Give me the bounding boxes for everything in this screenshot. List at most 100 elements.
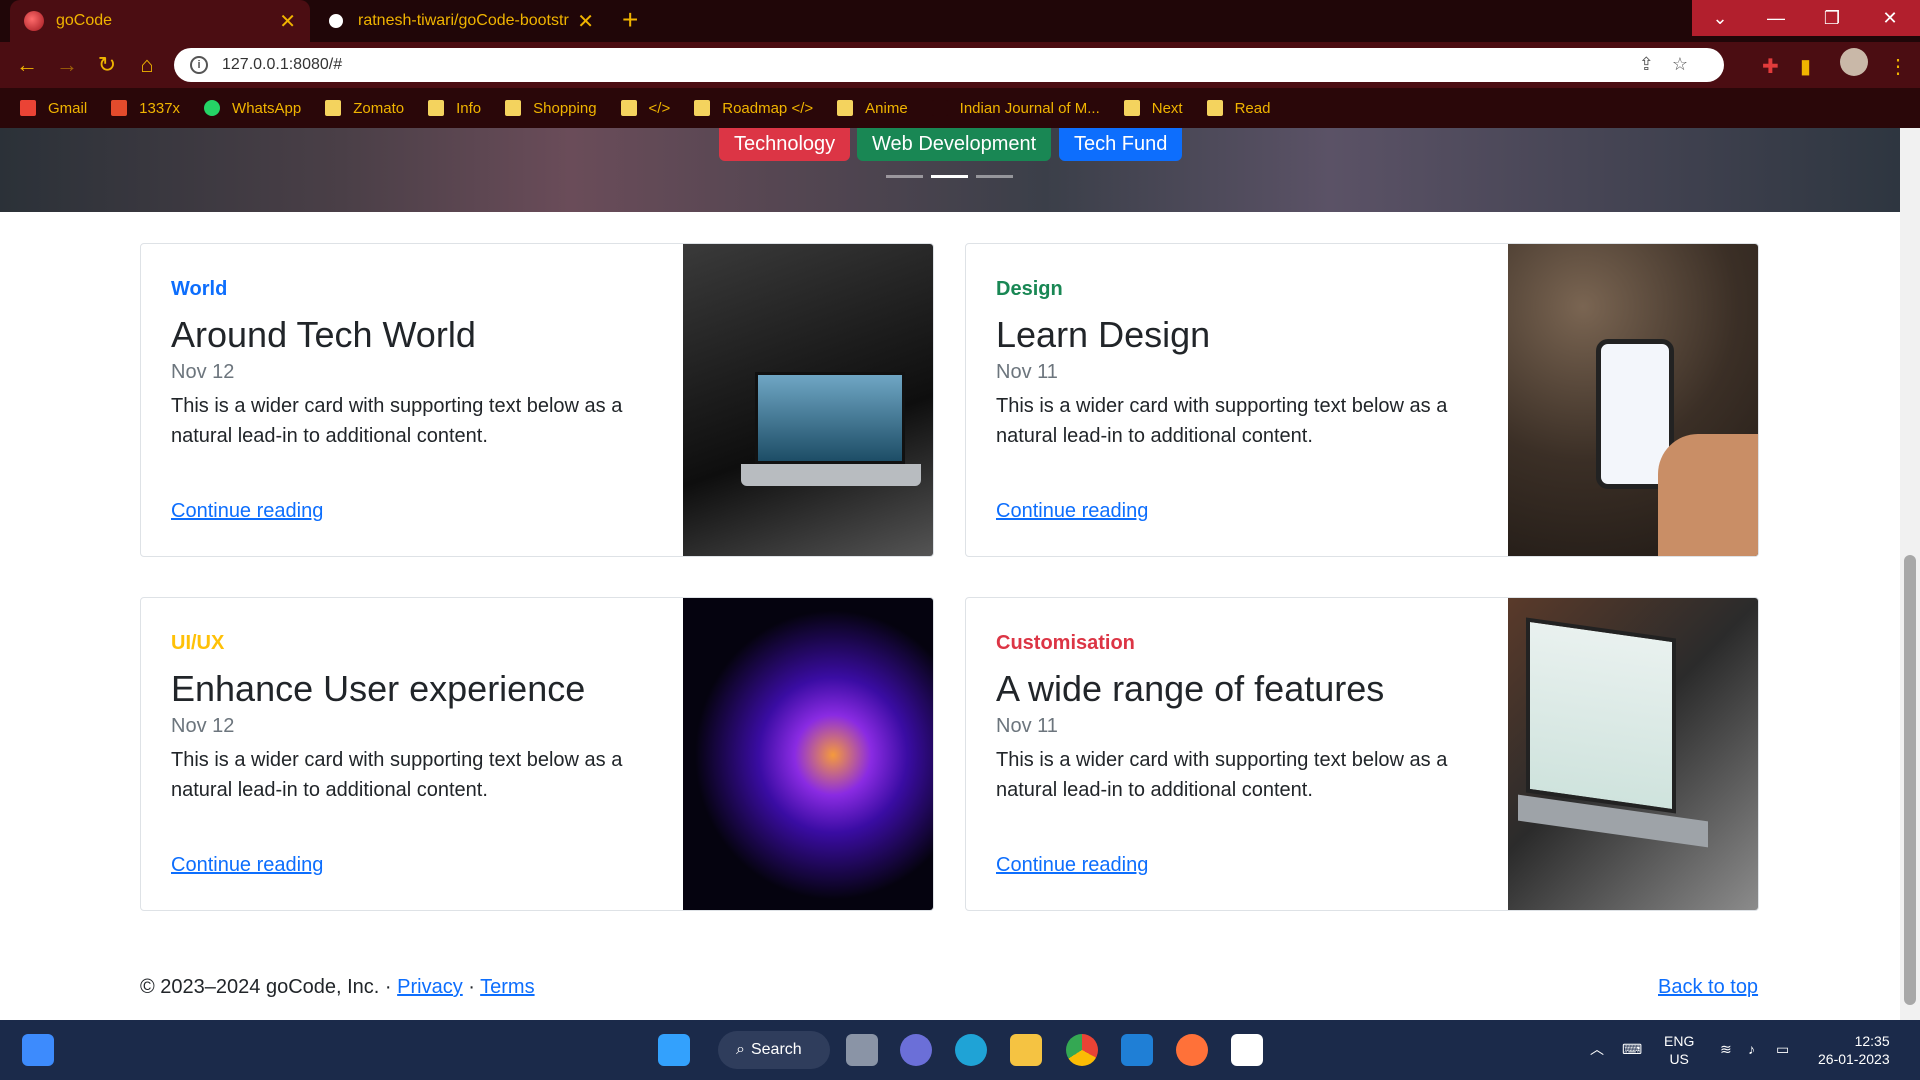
bookmark-zomato[interactable]: Zomato [325, 100, 404, 117]
carousel-indicator[interactable] [976, 175, 1013, 178]
firefox-icon[interactable] [1176, 1034, 1208, 1066]
widgets-icon[interactable] [22, 1034, 54, 1066]
clock[interactable]: 12:35 26-01-2023 [1818, 1032, 1890, 1068]
new-tab-button[interactable]: + [622, 4, 638, 36]
restore-button[interactable]: ❐ [1804, 0, 1860, 36]
forward-icon[interactable]: → [50, 48, 84, 82]
tab-search-button[interactable]: ⌄ [1692, 0, 1748, 36]
tab-github[interactable]: ratnesh-tiwari/goCode-bootstrap ✕ [312, 0, 608, 42]
card-category: World [171, 278, 228, 300]
footer-separator: · [462, 976, 481, 998]
edge-icon[interactable] [955, 1034, 987, 1066]
bookmark-shopping[interactable]: Shopping [505, 100, 597, 117]
bookmark-label: Next [1151, 99, 1183, 117]
start-icon[interactable] [658, 1034, 690, 1066]
home-icon[interactable]: ⌂ [130, 48, 164, 82]
bookmark-read[interactable]: Read [1206, 99, 1271, 117]
bookmark-1337x[interactable]: 1337x [111, 100, 180, 117]
badge-web-development[interactable]: Web Development [857, 128, 1052, 161]
language-indicator[interactable]: ENG US [1664, 1032, 1694, 1068]
site-info-icon[interactable]: i [190, 56, 208, 74]
minimize-button[interactable]: — [1748, 0, 1804, 36]
search-icon: ⌕ [736, 1041, 745, 1058]
continue-reading-link[interactable]: Continue reading [996, 500, 1148, 523]
badge-technology[interactable]: Technology [719, 128, 851, 161]
chrome-icon[interactable] [1066, 1034, 1098, 1066]
url-input[interactable]: i 127.0.0.1:8080/# ⇪☆ [174, 48, 1724, 82]
badge-tech-fund[interactable]: Tech Fund [1059, 128, 1183, 161]
vscode-icon[interactable] [1121, 1034, 1153, 1066]
file-explorer-icon[interactable] [1010, 1034, 1042, 1066]
tab-gocode[interactable]: goCode ✕ [10, 0, 310, 42]
task-view-icon[interactable] [846, 1034, 878, 1066]
chat-icon[interactable] [900, 1034, 932, 1066]
bookmark-code[interactable]: </> [620, 100, 670, 117]
card-text: This is a wider card with supporting tex… [996, 395, 1448, 447]
bookmark-label: WhatsApp [232, 99, 302, 117]
article-card: Design Learn Design Nov 11 This is a wid… [965, 243, 1759, 557]
keyboard-icon[interactable]: ⌨ [1622, 1040, 1642, 1058]
extensions-icon[interactable]: ✚ [1762, 54, 1779, 79]
bookmark-label: Zomato [353, 99, 405, 117]
whatsapp-icon [204, 100, 221, 116]
tab-title: goCode [56, 12, 113, 29]
privacy-link[interactable]: Privacy [397, 976, 463, 998]
carousel-indicator[interactable] [886, 175, 923, 178]
carousel-indicator-active[interactable] [931, 175, 968, 178]
windows-taskbar: ⌕ Search ︿ ⌨ ENG US ≋ ♪ ▭ 12:35 26-01-202… [0, 1020, 1920, 1080]
continue-reading-link[interactable]: Continue reading [171, 500, 323, 523]
close-tab-icon[interactable]: ✕ [279, 9, 296, 34]
bookmark-label: Info [456, 99, 482, 117]
back-icon[interactable]: ← [10, 48, 44, 82]
hero-carousel: Technology Web Development Tech Fund [0, 128, 1900, 212]
bookmark-roadmap[interactable]: Roadmap </> [694, 100, 813, 117]
terms-link[interactable]: Terms [480, 976, 534, 998]
lang-secondary: US [1669, 1051, 1689, 1067]
url-text: 127.0.0.1:8080/# [222, 56, 343, 73]
close-tab-icon[interactable]: ✕ [577, 9, 594, 34]
article-card: UI/UX Enhance User experience Nov 12 Thi… [140, 597, 934, 911]
continue-reading-link[interactable]: Continue reading [996, 854, 1148, 877]
folder-icon [837, 100, 854, 116]
folder-icon [620, 100, 637, 116]
globe-icon [24, 11, 44, 31]
card-title: Enhance User experience [171, 668, 586, 709]
continue-reading-link[interactable]: Continue reading [171, 854, 323, 877]
taskbar-search[interactable]: ⌕ Search [718, 1031, 830, 1069]
avatar[interactable] [1840, 48, 1868, 76]
side-panel-icon[interactable]: ▮ [1800, 54, 1811, 79]
bookmark-next[interactable]: Next [1123, 99, 1183, 117]
bookmark-journal[interactable]: Indian Journal of M... [931, 100, 1100, 117]
volume-icon[interactable]: ♪ [1748, 1040, 1755, 1058]
card-title: Learn Design [996, 314, 1211, 355]
menu-icon[interactable]: ⋮ [1888, 54, 1908, 79]
bookmark-whatsapp[interactable]: WhatsApp [204, 100, 301, 117]
phone-photo [1508, 244, 1758, 556]
back-to-top-link[interactable]: Back to top [1658, 976, 1758, 999]
bookmark-label: 1337x [139, 99, 181, 117]
bookmark-anime[interactable]: Anime [837, 100, 908, 117]
scrollbar-thumb[interactable] [1904, 555, 1916, 1005]
bookmark-label: Read [1234, 99, 1271, 117]
reload-icon[interactable]: ↻ [90, 48, 124, 82]
card-date: Nov 12 [171, 361, 235, 383]
folder-icon [1206, 100, 1223, 116]
folder-icon [1123, 100, 1140, 116]
bookmark-label: Gmail [48, 99, 88, 117]
card-category: Customisation [996, 632, 1135, 654]
card-date: Nov 12 [171, 715, 235, 737]
wifi-icon[interactable]: ≋ [1720, 1040, 1732, 1058]
tab-title: ratnesh-tiwari/goCode-bootstrap [358, 12, 570, 29]
folder-icon [325, 100, 342, 116]
bookmark-gmail[interactable]: Gmail [20, 100, 87, 117]
gmail-icon [20, 100, 36, 116]
bookmark-info[interactable]: Info [428, 100, 481, 117]
x-icon [111, 100, 128, 116]
chevron-up-icon[interactable]: ︿ [1590, 1040, 1604, 1058]
battery-icon[interactable]: ▭ [1776, 1040, 1789, 1058]
page-icon [931, 100, 948, 116]
notion-icon[interactable] [1231, 1034, 1263, 1066]
close-window-button[interactable]: ✕ [1860, 0, 1920, 36]
share-star-icons[interactable]: ⇪☆ [1639, 54, 1706, 75]
address-bar-row: ← → ↻ ⌂ i 127.0.0.1:8080/# ⇪☆ ✚ ▮ ⋮ [0, 42, 1920, 88]
